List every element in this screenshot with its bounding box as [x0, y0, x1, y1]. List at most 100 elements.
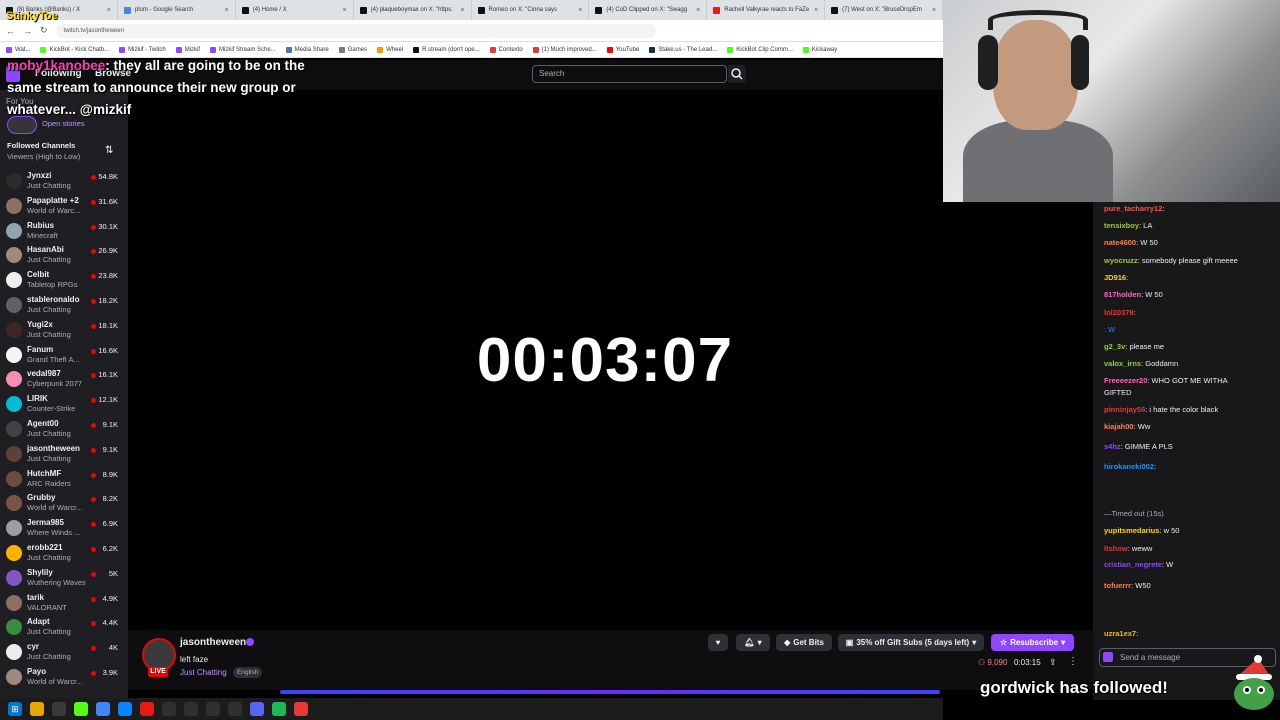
- chat-username[interactable]: wyocruzz: [1104, 256, 1138, 265]
- chat-emote-icon[interactable]: [1103, 652, 1113, 662]
- chat-username[interactable]: lol20379: [1104, 308, 1134, 317]
- bookmark-item[interactable]: KickBot Clip Comm...: [727, 46, 793, 53]
- sidebar-channel-vedal987[interactable]: vedal987 Cyberpunk 2077 16.1K: [0, 368, 128, 393]
- language-tag[interactable]: English: [233, 667, 263, 678]
- app-icon[interactable]: [52, 702, 66, 716]
- sidebar-channel-yugi2x[interactable]: Yugi2x Just Chatting 18.1K: [0, 319, 128, 344]
- bookmark-item[interactable]: Contexto: [489, 46, 523, 53]
- app-icon[interactable]: [162, 702, 176, 716]
- chat-username[interactable]: tensixboy: [1104, 221, 1139, 230]
- folder-icon[interactable]: [30, 702, 44, 716]
- sidebar-channel-lirik[interactable]: LIRIK Counter-Strike 12.1K: [0, 393, 128, 418]
- bookmark-item[interactable]: Wat...: [6, 46, 30, 53]
- sidebar-channel-hutchmf[interactable]: HutchMF ARC Raiders 8.9K: [0, 468, 128, 493]
- close-icon[interactable]: ×: [225, 7, 229, 14]
- browser-tab[interactable]: Rachell Valkyrae reacts to FaZe ×: [707, 0, 826, 20]
- sidebar-channel-hasanabi[interactable]: HasanAbi Just Chatting 26.9K: [0, 244, 128, 269]
- channel-name[interactable]: jasontheween: [180, 637, 246, 648]
- sidebar-channel-jerma985[interactable]: Jerma985 Where Winds ... 6.9K: [0, 517, 128, 542]
- close-icon[interactable]: ×: [696, 7, 700, 14]
- app-icon[interactable]: [228, 702, 242, 716]
- followed-sort-label[interactable]: Viewers (High to Low): [7, 152, 80, 161]
- browser-tab[interactable]: plum - Google Search ×: [118, 0, 236, 20]
- sidebar-channel-payo[interactable]: Payo World of Warcr... 3.9K: [0, 666, 128, 691]
- spotify-icon[interactable]: [272, 702, 286, 716]
- browser-tab[interactable]: (4) plaqueboymax on X: "https: ×: [354, 0, 472, 20]
- bookmark-item[interactable]: Kickaway: [802, 46, 837, 53]
- sidebar-channel-shylily[interactable]: Shylily Wuthering Waves 5K: [0, 567, 128, 592]
- bookmark-item[interactable]: (1) Much improved...: [532, 46, 597, 53]
- sidebar-channel-celbit[interactable]: Celbit Tabletop RPGs 23.8K: [0, 269, 128, 294]
- sidebar-channel-adapt[interactable]: Adapt Just Chatting 4.4K: [0, 616, 128, 641]
- bookmark-item[interactable]: Mizkif: [175, 46, 200, 53]
- sidebar-channel-rubius[interactable]: Rubius Minecraft 30.1K: [0, 220, 128, 245]
- chat-username[interactable]: 817holden: [1104, 290, 1141, 299]
- follow-heart-button[interactable]: ♥: [708, 634, 728, 651]
- sidebar-channel-grubby[interactable]: Grubby World of Warcr... 8.2K: [0, 492, 128, 517]
- app-icon[interactable]: [184, 702, 198, 716]
- notifications-button[interactable]: 🔔︎ ▾: [736, 634, 770, 651]
- bookmark-item[interactable]: YouTube: [606, 46, 639, 53]
- search-button[interactable]: [728, 65, 746, 83]
- chat-username[interactable]: s4hz: [1104, 442, 1121, 451]
- chat-username[interactable]: cristian_negrete: [1104, 560, 1162, 569]
- forward-icon[interactable]: →: [23, 26, 32, 36]
- sidebar-channel-tarik[interactable]: tarik VALORANT 4.9K: [0, 592, 128, 617]
- browser-tab[interactable]: (7) West on X: "BruceDropEm ×: [825, 0, 943, 20]
- bookmark-item[interactable]: Mizkif - Twitch: [119, 46, 166, 53]
- chat-username[interactable]: yupitsmedarius: [1104, 526, 1159, 535]
- reload-icon[interactable]: ↻: [40, 25, 48, 36]
- bookmark-item[interactable]: Stake.us - The Lead...: [649, 46, 717, 53]
- search-input[interactable]: Search: [532, 65, 727, 83]
- bookmark-item[interactable]: Games: [338, 46, 367, 53]
- close-icon[interactable]: ×: [460, 7, 464, 14]
- get-bits-button[interactable]: ◆ Get Bits: [776, 634, 832, 651]
- back-icon[interactable]: ←: [6, 26, 15, 36]
- sidebar-channel-stableronaldo[interactable]: stableronaldo Just Chatting 18.2K: [0, 294, 128, 319]
- sort-icon[interactable]: ⇅: [105, 145, 113, 156]
- chrome-icon[interactable]: [96, 702, 110, 716]
- stream-category-link[interactable]: Just Chatting: [180, 668, 227, 677]
- close-icon[interactable]: ×: [932, 7, 936, 14]
- sidebar-channel-erobb221[interactable]: erobb221 Just Chatting 6.2K: [0, 542, 128, 567]
- chat-username[interactable]: nate4600: [1104, 238, 1136, 247]
- sidebar-channel-jasontheween[interactable]: jasontheween Just Chatting 9.1K: [0, 443, 128, 468]
- bookmark-item[interactable]: Media Share: [285, 46, 329, 53]
- more-options-icon[interactable]: ⋮: [1068, 656, 1078, 667]
- edge-icon[interactable]: [118, 702, 132, 716]
- share-icon[interactable]: ⇪: [1049, 657, 1057, 668]
- chat-username[interactable]: hirokaneki002: [1104, 462, 1154, 471]
- gift-subs-button[interactable]: ▣ 35% off Gift Subs (5 days left) ▾: [838, 634, 984, 651]
- close-icon[interactable]: ×: [814, 7, 818, 14]
- chat-username[interactable]: g2_3v: [1104, 342, 1125, 351]
- address-input[interactable]: twitch.tv/jasontheween: [55, 23, 656, 38]
- chat-username[interactable]: JD916: [1104, 273, 1126, 282]
- app-icon[interactable]: [140, 702, 154, 716]
- chat-username[interactable]: pure_tacharry12: [1104, 204, 1162, 213]
- sidebar-channel-fanum[interactable]: Fanum Grand Theft A... 16.6K: [0, 344, 128, 369]
- discord-icon[interactable]: [250, 702, 264, 716]
- close-icon[interactable]: ×: [107, 7, 111, 14]
- sidebar-channel-jynxzi[interactable]: Jynxzi Just Chatting 54.8K: [0, 170, 128, 195]
- close-icon[interactable]: ×: [343, 7, 347, 14]
- chat-username[interactable]: kiajah00: [1104, 422, 1134, 431]
- chat-username[interactable]: tofuerrr: [1104, 581, 1131, 590]
- chat-username[interactable]: ltshow: [1104, 544, 1128, 553]
- app-icon[interactable]: [294, 702, 308, 716]
- chat-username[interactable]: valox_irns: [1104, 359, 1141, 368]
- bookmark-item[interactable]: Mizkif Stream Sche...: [210, 46, 276, 53]
- chat-username[interactable]: Freeeezer20: [1104, 376, 1147, 385]
- kick-icon[interactable]: [74, 702, 88, 716]
- sidebar-channel-papaplatte-2[interactable]: Papaplatte +2 World of Warc... 31.6K: [0, 195, 128, 220]
- sidebar-channel-agent00[interactable]: Agent00 Just Chatting 9.1K: [0, 418, 128, 443]
- chat-username[interactable]: uzra1ex7: [1104, 629, 1136, 638]
- start-icon[interactable]: ⊞: [8, 702, 22, 716]
- resubscribe-button[interactable]: ☆ Resubscribe ▾: [991, 634, 1074, 651]
- browser-tab[interactable]: (4) Home / X ×: [236, 0, 354, 20]
- bookmark-item[interactable]: KickBot - Kick Chatb...: [40, 46, 109, 53]
- sidebar-channel-cyr[interactable]: cyr Just Chatting 4K: [0, 641, 128, 666]
- obs-icon[interactable]: [206, 702, 220, 716]
- chat-username[interactable]: pinninjay56: [1104, 405, 1145, 414]
- bookmark-item[interactable]: R.stream (don't ope...: [413, 46, 480, 53]
- bookmark-item[interactable]: Wheel: [377, 46, 403, 53]
